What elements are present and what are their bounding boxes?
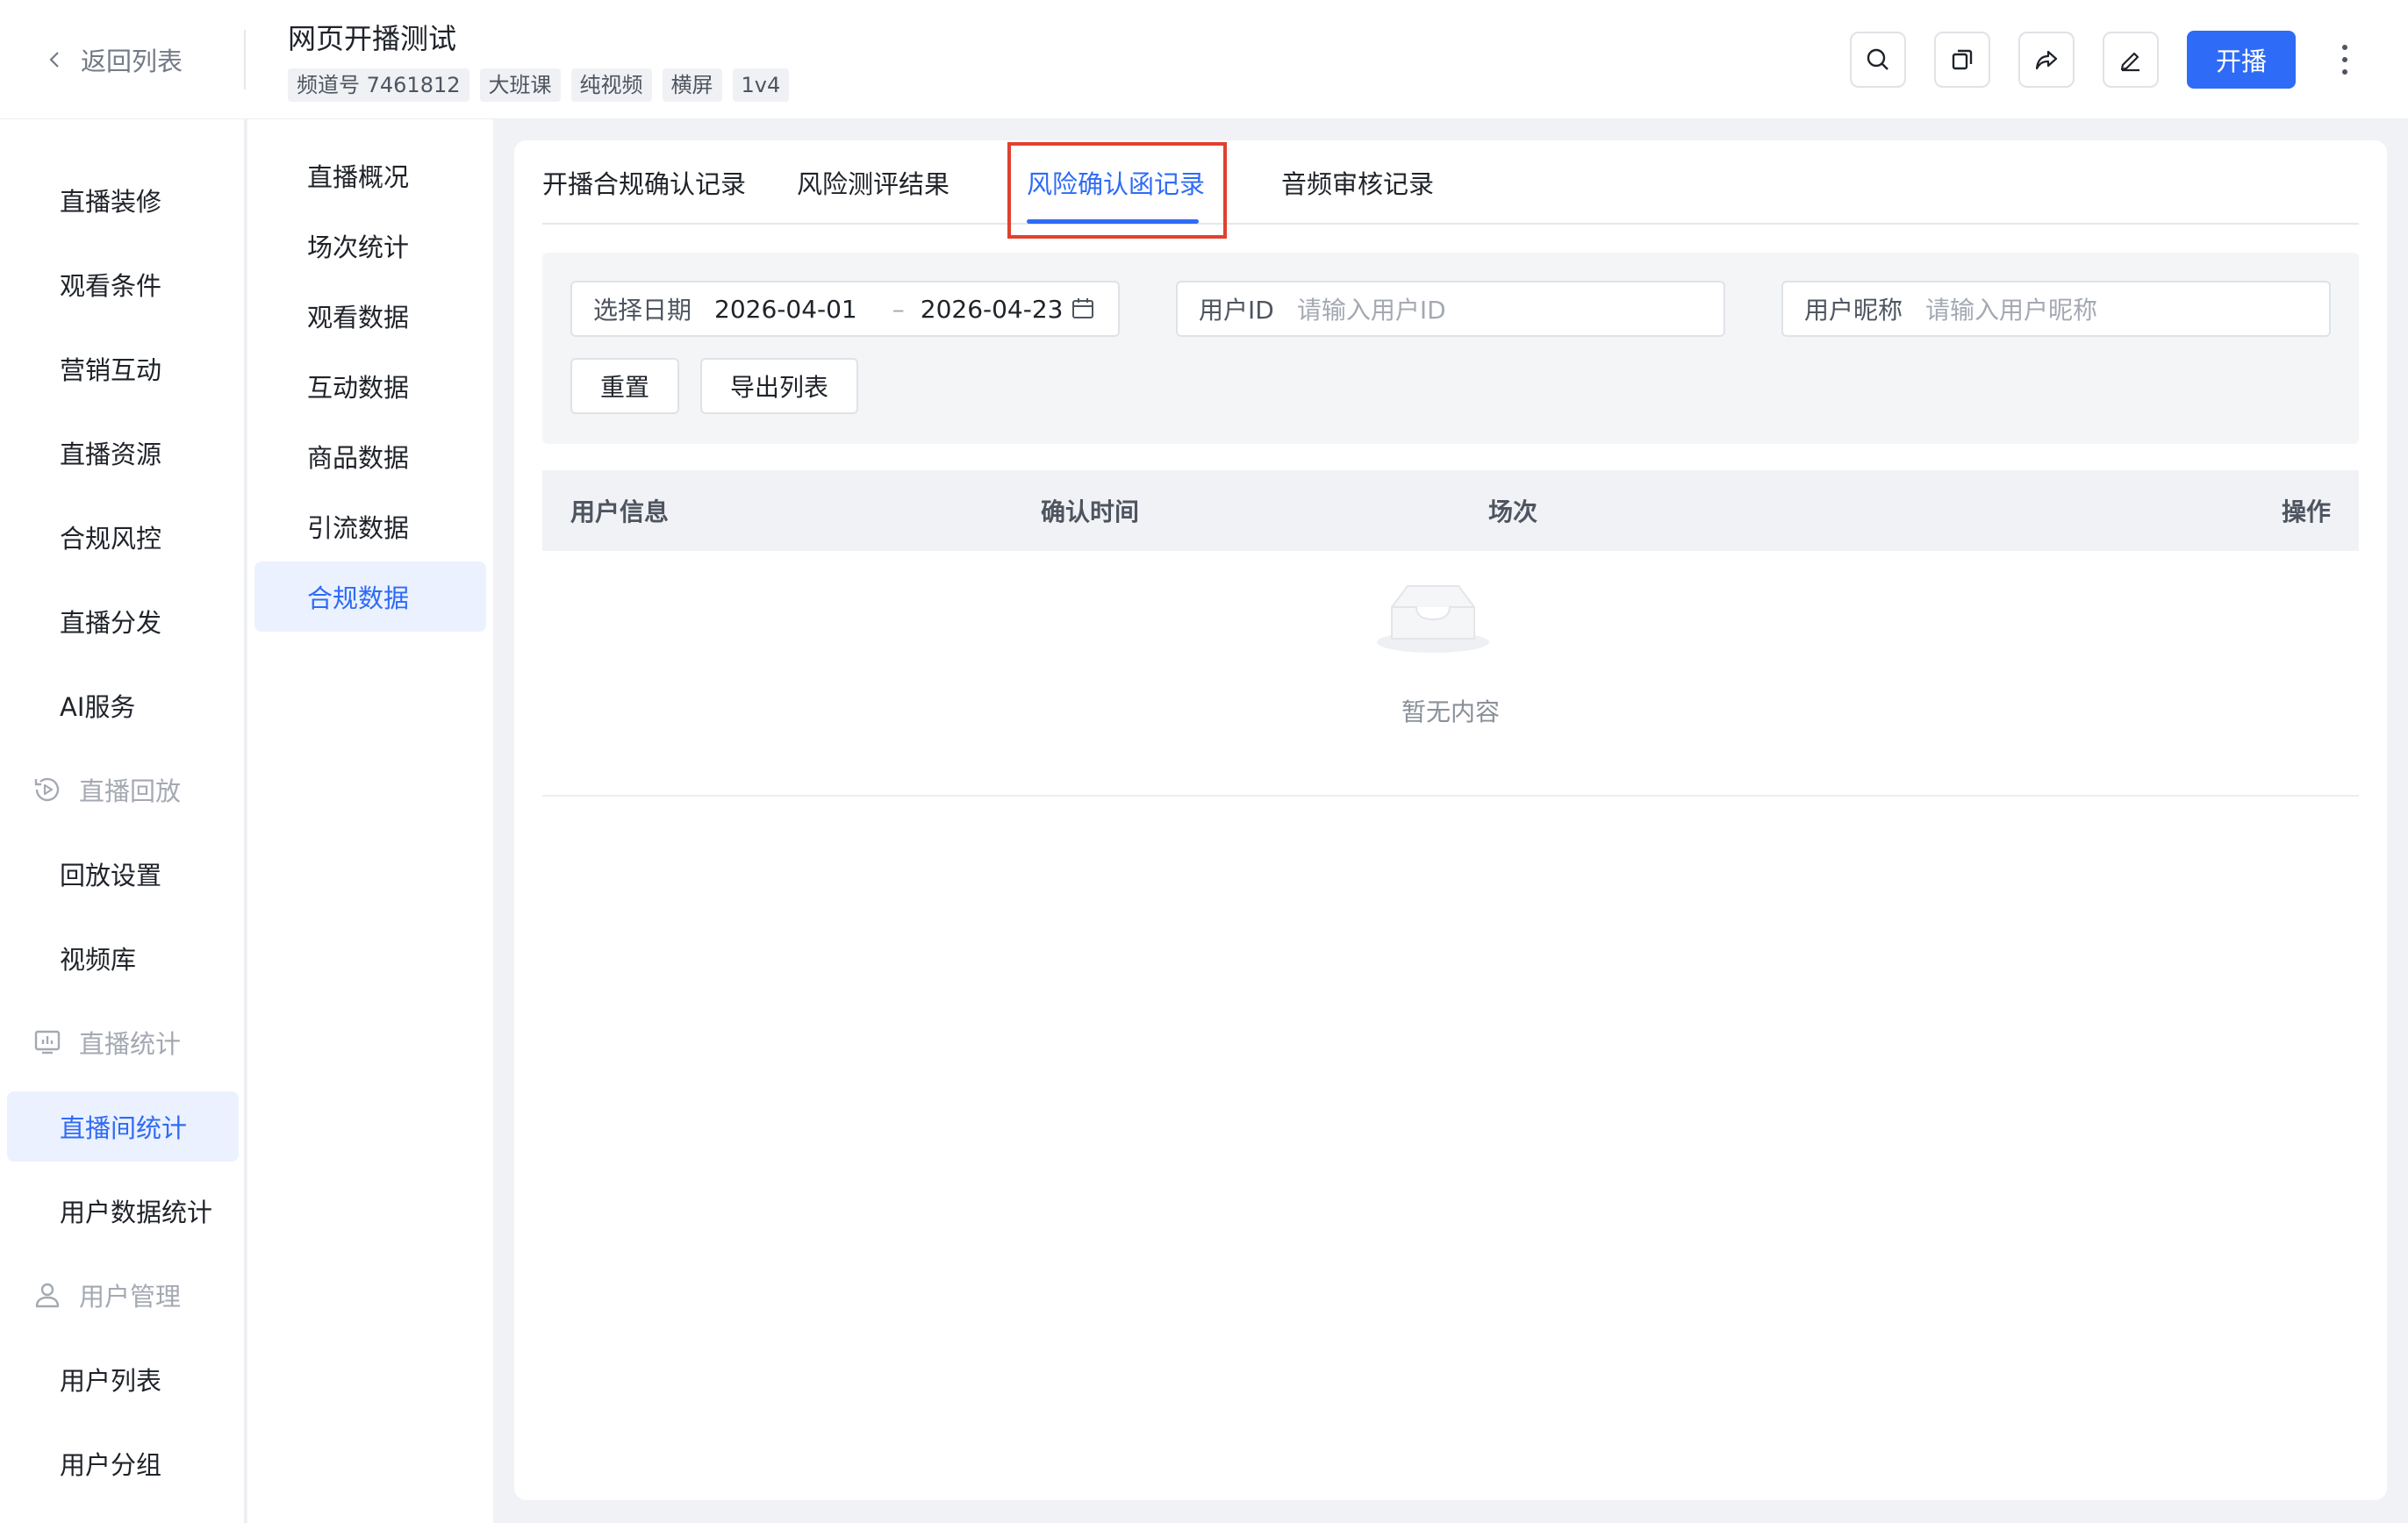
export-list-button[interactable]: 导出列表 bbox=[700, 358, 858, 414]
sidebar-item-marketing[interactable]: 营销互动 bbox=[7, 333, 239, 404]
record-tabs: 开播合规确认记录 风险测评结果 风险确认函记录 音频审核记录 bbox=[542, 140, 2359, 225]
sidebar-item-live-decoration[interactable]: 直播装修 bbox=[7, 165, 239, 235]
copy-button[interactable] bbox=[1934, 32, 1990, 88]
tab-risk-assessment-results[interactable]: 风险测评结果 bbox=[797, 140, 950, 225]
tab-audio-review-records[interactable]: 音频审核记录 bbox=[1281, 140, 1434, 225]
sidebar-item-distribution[interactable]: 直播分发 bbox=[7, 586, 239, 656]
replay-icon bbox=[34, 777, 60, 802]
edit-button[interactable] bbox=[2103, 32, 2159, 88]
table-header: 用户信息 确认时间 场次 操作 bbox=[542, 470, 2359, 551]
share-button[interactable] bbox=[2018, 32, 2075, 88]
empty-text: 暂无内容 bbox=[1401, 697, 1500, 726]
media-type-tag: 纯视频 bbox=[570, 68, 652, 102]
sidebar-group-users-label: 用户管理 bbox=[79, 1282, 182, 1312]
submenu-item-compliance-data[interactable]: 合规数据 bbox=[254, 561, 486, 632]
sidebar-group-stats: 直播统计 bbox=[7, 1007, 239, 1077]
empty-box-icon bbox=[1377, 585, 1489, 653]
sidebar-item-user-groups[interactable]: 用户分组 bbox=[7, 1428, 239, 1498]
sidebar-item-compliance[interactable]: 合规风控 bbox=[7, 502, 239, 572]
share-icon bbox=[2035, 50, 2058, 70]
reset-button[interactable]: 重置 bbox=[570, 358, 679, 414]
date-start-value[interactable]: 2026-04-01 bbox=[714, 295, 857, 324]
header-divider bbox=[244, 30, 246, 89]
submenu-item-watch-data[interactable]: 观看数据 bbox=[254, 281, 486, 351]
chevron-left-icon bbox=[49, 52, 59, 68]
sidebar-item-user-data-stats[interactable]: 用户数据统计 bbox=[7, 1176, 239, 1246]
active-tab-underline bbox=[1027, 219, 1199, 224]
start-live-button[interactable]: 开播 bbox=[2187, 31, 2296, 89]
submenu-item-traffic-data[interactable]: 引流数据 bbox=[254, 491, 486, 561]
channel-tags: 频道号 7461812 大班课 纯视频 横屏 1v4 bbox=[288, 68, 790, 102]
sidebar-group-replay-label: 直播回放 bbox=[79, 776, 182, 806]
top-header: 返回列表 网页开播测试 频道号 7461812 大班课 纯视频 横屏 1v4 开… bbox=[0, 0, 2408, 119]
column-user-info: 用户信息 bbox=[570, 497, 670, 526]
column-actions: 操作 bbox=[2281, 497, 2331, 526]
class-type-tag: 大班课 bbox=[479, 68, 561, 102]
orientation-tag: 横屏 bbox=[662, 68, 722, 102]
column-session: 场次 bbox=[1488, 497, 1538, 526]
sidebar-item-user-list[interactable]: 用户列表 bbox=[7, 1344, 239, 1414]
date-separator: – bbox=[892, 294, 905, 324]
date-end-value[interactable]: 2026-04-23 bbox=[921, 295, 1064, 324]
sidebar-group-users: 用户管理 bbox=[7, 1260, 239, 1330]
search-icon bbox=[1867, 48, 1888, 70]
mode-tag: 1v4 bbox=[732, 68, 790, 102]
page-title: 网页开播测试 bbox=[288, 22, 457, 55]
user-id-input[interactable]: 请输入用户ID bbox=[1297, 291, 1446, 326]
submenu-item-product-data[interactable]: 商品数据 bbox=[254, 421, 486, 491]
user-id-label: 用户ID bbox=[1199, 296, 1274, 325]
nickname-label: 用户昵称 bbox=[1804, 296, 1903, 325]
back-label: 返回列表 bbox=[81, 46, 183, 76]
submenu-item-session-stats[interactable]: 场次统计 bbox=[254, 211, 486, 281]
submenu-item-overview[interactable]: 直播概况 bbox=[254, 140, 486, 211]
nickname-input[interactable]: 请输入用户昵称 bbox=[1925, 291, 2097, 326]
column-confirm-time: 确认时间 bbox=[1041, 497, 1140, 526]
copy-icon bbox=[1952, 49, 1973, 70]
user-icon bbox=[35, 1283, 60, 1308]
statistics-icon bbox=[34, 1030, 61, 1055]
more-vertical-icon bbox=[2342, 45, 2347, 75]
sidebar-item-ai-service[interactable]: AI服务 bbox=[7, 670, 239, 740]
user-id-field[interactable]: 用户ID 请输入用户ID bbox=[1176, 281, 1725, 337]
sidebar-item-watch-conditions[interactable]: 观看条件 bbox=[7, 249, 239, 319]
date-label: 选择日期 bbox=[593, 296, 692, 325]
more-button[interactable] bbox=[2329, 39, 2361, 81]
tab-live-compliance-records[interactable]: 开播合规确认记录 bbox=[542, 140, 746, 225]
pencil-icon bbox=[2120, 52, 2139, 72]
search-button[interactable] bbox=[1850, 32, 1906, 88]
sidebar-item-live-resources[interactable]: 直播资源 bbox=[7, 418, 239, 488]
back-to-list-link[interactable]: 返回列表 bbox=[46, 39, 183, 81]
tab-risk-confirmation-records[interactable]: 风险确认函记录 bbox=[1027, 140, 1205, 225]
filter-area: 选择日期 2026-04-01 – 2026-04-23 用户ID 请输入用户I… bbox=[542, 253, 2359, 444]
empty-state: 暂无内容 bbox=[542, 551, 2359, 797]
sidebar-group-replay: 直播回放 bbox=[7, 754, 239, 825]
sidebar-group-stats-label: 直播统计 bbox=[79, 1029, 182, 1059]
main-sidebar: 直播装修 观看条件 营销互动 直播资源 合规风控 直播分发 AI服务 直播回放 … bbox=[0, 119, 246, 1523]
channel-number-tag: 频道号 7461812 bbox=[288, 68, 469, 102]
sidebar-item-video-library[interactable]: 视频库 bbox=[7, 923, 239, 993]
nickname-field[interactable]: 用户昵称 请输入用户昵称 bbox=[1781, 281, 2331, 337]
stats-submenu: 直播概况 场次统计 观看数据 互动数据 商品数据 引流数据 合规数据 bbox=[247, 119, 493, 1523]
sidebar-item-replay-settings[interactable]: 回放设置 bbox=[7, 839, 239, 909]
date-range-picker[interactable]: 选择日期 2026-04-01 – 2026-04-23 bbox=[570, 281, 1120, 337]
submenu-item-interaction-data[interactable]: 互动数据 bbox=[254, 351, 486, 421]
sidebar-item-room-stats[interactable]: 直播间统计 bbox=[7, 1091, 239, 1162]
content-panel: 开播合规确认记录 风险测评结果 风险确认函记录 音频审核记录 选择日期 2026… bbox=[514, 140, 2387, 1500]
calendar-icon bbox=[1072, 298, 1093, 318]
